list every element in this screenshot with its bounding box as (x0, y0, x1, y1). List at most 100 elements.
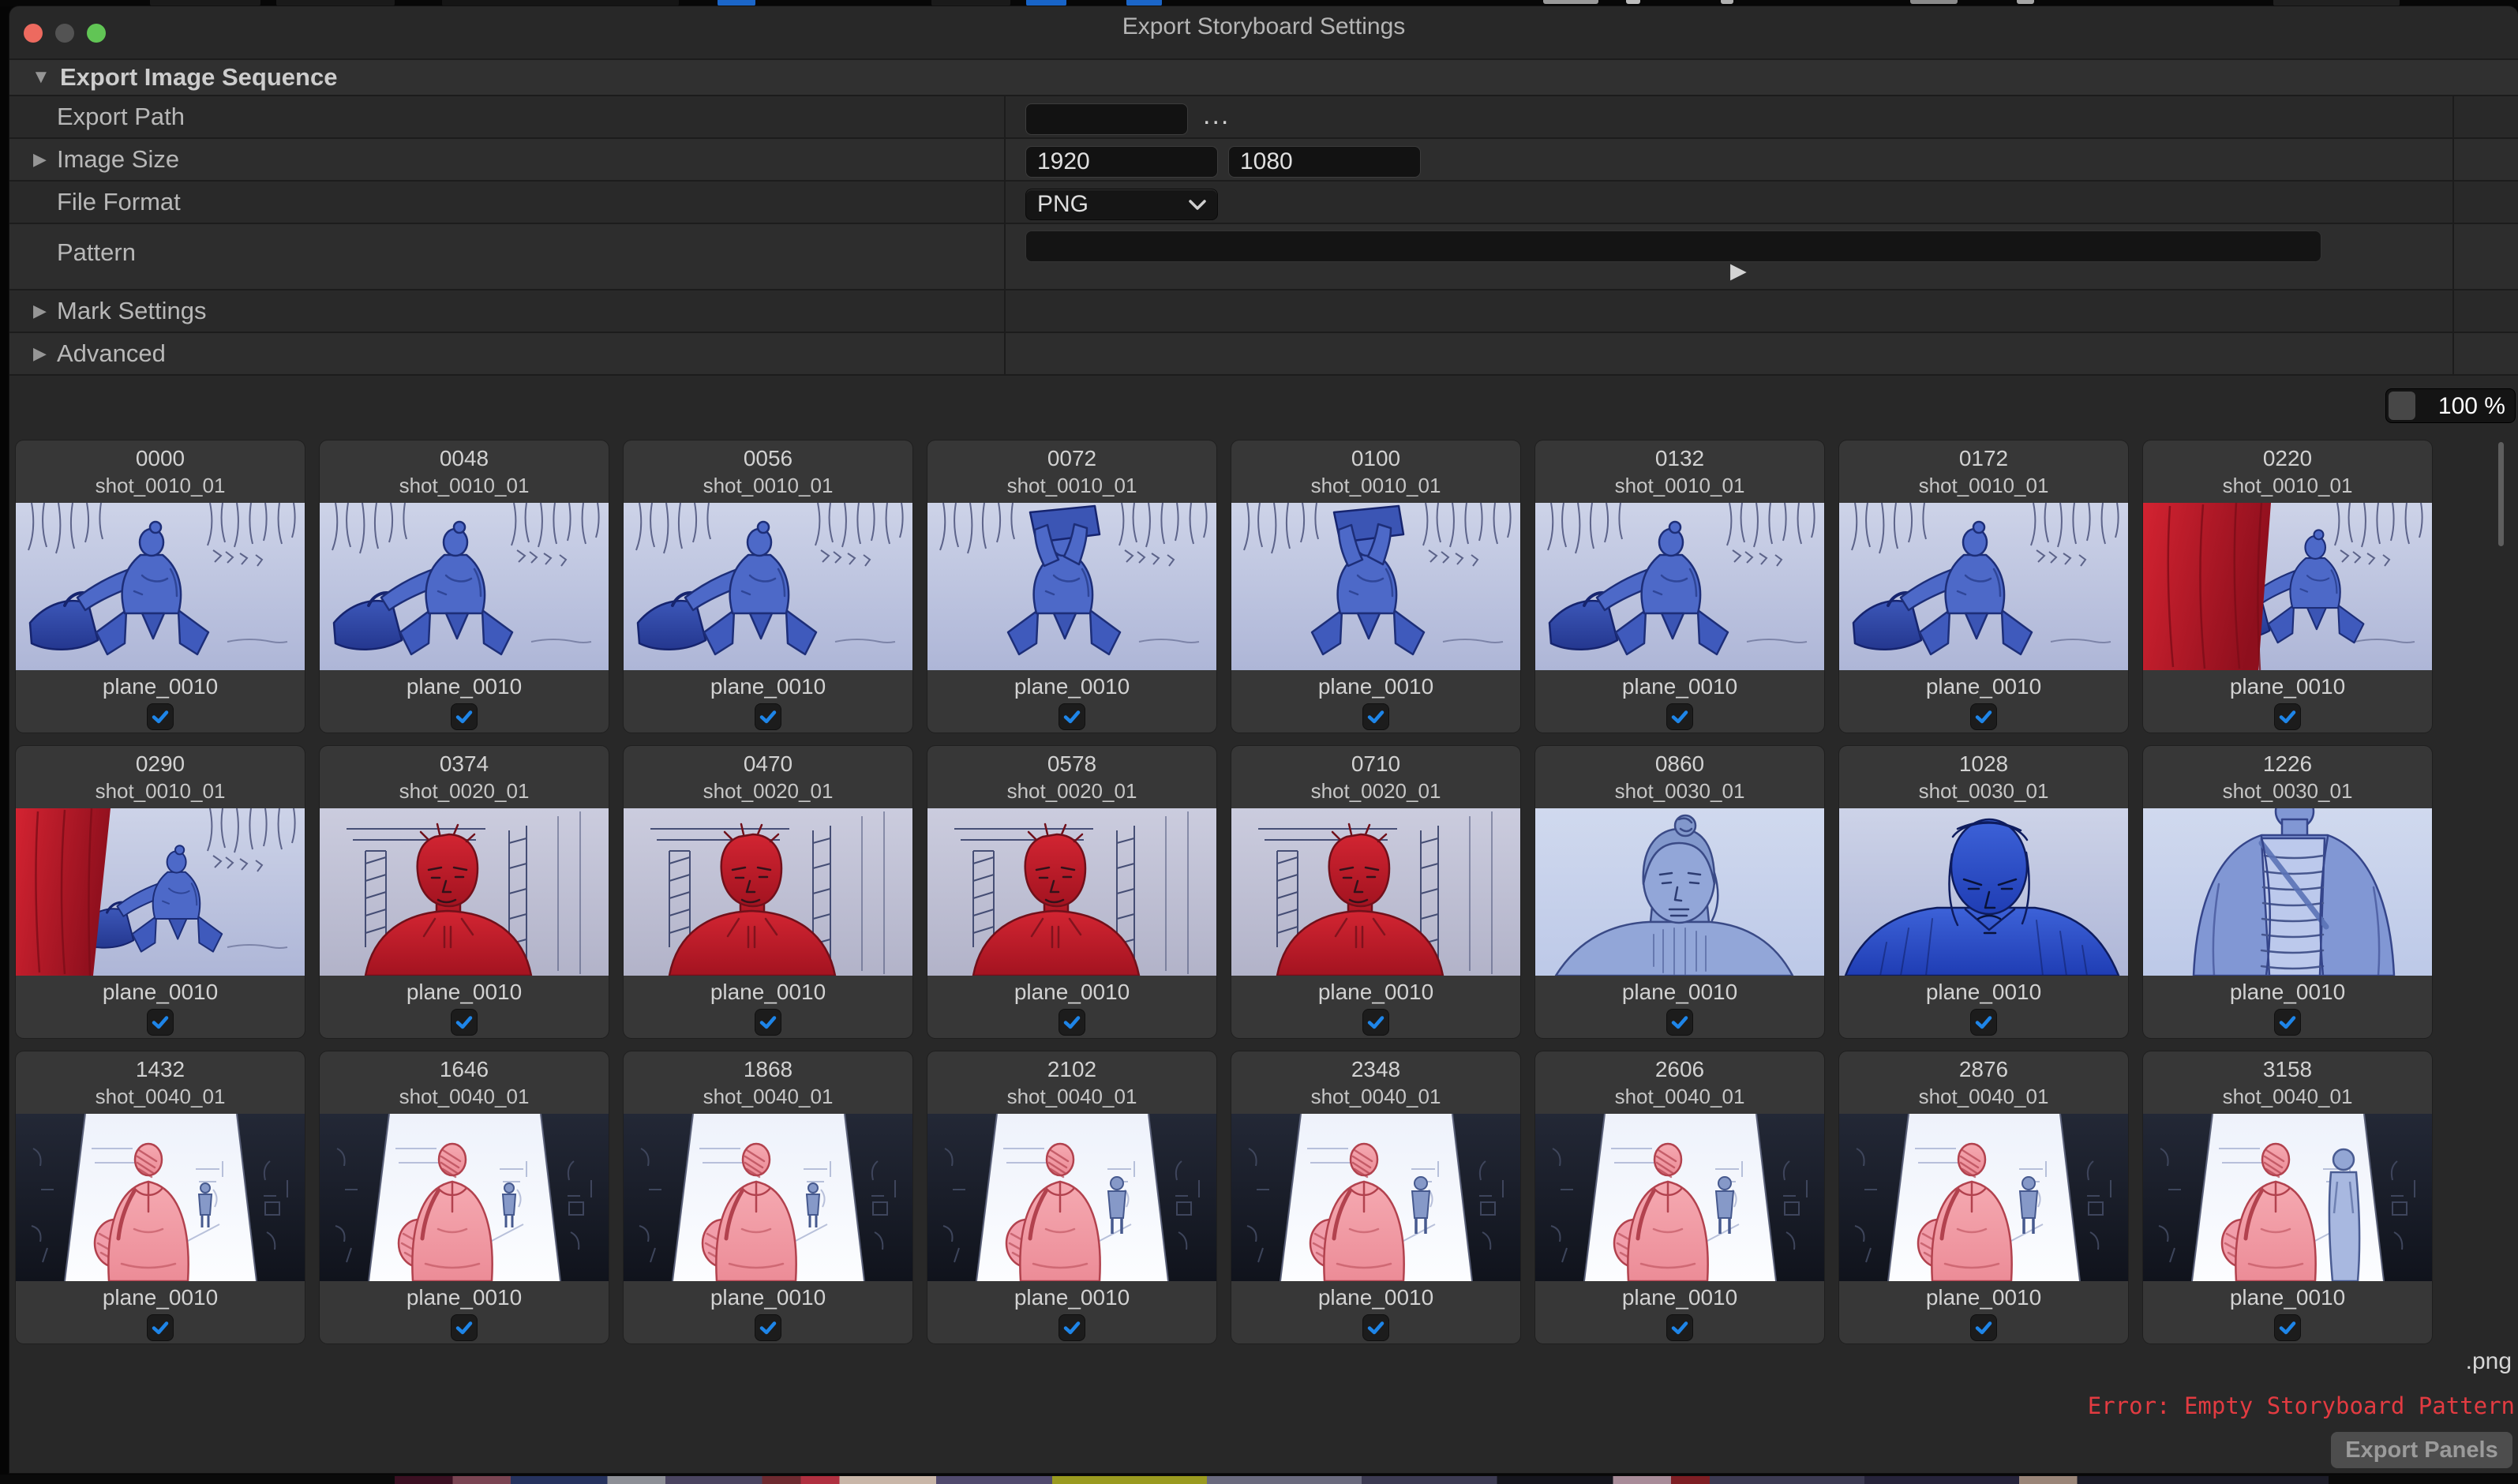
section-export-image-sequence[interactable]: ▼ Export Image Sequence (9, 58, 2518, 96)
image-height-input[interactable] (1228, 146, 1421, 178)
scrollbar-thumb[interactable] (2498, 442, 2504, 546)
disclosure-triangle-right-icon[interactable]: ▶ (33, 345, 47, 362)
panel-thumbnail[interactable] (1535, 808, 1824, 976)
panel-thumbnail[interactable] (1839, 808, 2128, 976)
storyboard-panel-card[interactable]: 0374 shot_0020_01 plane_0010 (320, 746, 609, 1038)
panel-thumbnail[interactable] (1535, 1114, 1824, 1281)
panel-checkbox[interactable] (2274, 1009, 2301, 1036)
file-format-dropdown[interactable]: PNG (1025, 189, 1218, 220)
panel-checkbox[interactable] (147, 1009, 174, 1036)
checkmark-icon (759, 1318, 778, 1337)
storyboard-panel-card[interactable]: 0290 shot_0010_01 plane_0010 (16, 746, 305, 1038)
panel-thumbnail[interactable] (16, 808, 305, 976)
panel-checkbox[interactable] (147, 1314, 174, 1341)
storyboard-panel-card[interactable]: 0710 shot_0020_01 plane_0010 (1231, 746, 1520, 1038)
panel-checkbox[interactable] (1362, 703, 1389, 730)
export-panels-button[interactable]: Export Panels (2331, 1432, 2512, 1468)
storyboard-panel-card[interactable]: 1646 shot_0040_01 plane_0010 (320, 1051, 609, 1343)
disclosure-triangle-right-icon[interactable]: ▶ (33, 302, 47, 320)
panel-frame-number: 0072 (927, 444, 1216, 473)
panel-checkbox[interactable] (1362, 1009, 1389, 1036)
panel-thumbnail[interactable] (2143, 808, 2432, 976)
panel-thumbnail[interactable] (927, 808, 1216, 976)
panel-checkbox[interactable] (1362, 1314, 1389, 1341)
panel-checkbox[interactable] (755, 1009, 781, 1036)
panel-thumbnail[interactable] (624, 1114, 912, 1281)
background-toolbar-fragment (276, 0, 395, 6)
storyboard-panel-card[interactable]: 0172 shot_0010_01 plane_0010 (1839, 440, 2128, 733)
export-path-input[interactable] (1025, 103, 1188, 135)
panel-checkbox[interactable] (451, 1314, 478, 1341)
pattern-input[interactable] (1025, 230, 2321, 262)
row-advanced[interactable]: ▶ Advanced (9, 333, 2518, 376)
panel-thumbnail[interactable] (624, 808, 912, 976)
storyboard-panel-card[interactable]: 3158 shot_0040_01 plane_0010 (2143, 1051, 2432, 1343)
panel-shot-name: shot_0010_01 (16, 778, 305, 804)
panel-checkbox[interactable] (1059, 1314, 1085, 1341)
panel-thumbnail[interactable] (624, 503, 912, 670)
disclosure-triangle-right-icon[interactable]: ▶ (33, 151, 47, 168)
panel-thumbnail[interactable] (320, 808, 609, 976)
storyboard-panel-card[interactable]: 0132 shot_0010_01 plane_0010 (1535, 440, 1824, 733)
panel-thumbnail[interactable] (320, 1114, 609, 1281)
storyboard-panel-card[interactable]: 0470 shot_0020_01 plane_0010 (624, 746, 912, 1038)
storyboard-panel-card[interactable]: 2348 shot_0040_01 plane_0010 (1231, 1051, 1520, 1343)
storyboard-panel-card[interactable]: 2606 shot_0040_01 plane_0010 (1535, 1051, 1824, 1343)
panel-thumbnail[interactable] (1231, 808, 1520, 976)
panel-checkbox[interactable] (1059, 703, 1085, 730)
disclosure-triangle-down-icon[interactable]: ▼ (32, 68, 51, 87)
panel-thumbnail[interactable] (927, 503, 1216, 670)
panel-header: 0374 shot_0020_01 (320, 746, 609, 808)
storyboard-panel-card[interactable]: 1868 shot_0040_01 plane_0010 (624, 1051, 912, 1343)
panel-checkbox[interactable] (1666, 1314, 1693, 1341)
storyboard-panel-card[interactable]: 1432 shot_0040_01 plane_0010 (16, 1051, 305, 1343)
panel-header: 0072 shot_0010_01 (927, 440, 1216, 503)
panel-checkbox[interactable] (2274, 1314, 2301, 1341)
panel-thumbnail[interactable] (2143, 503, 2432, 670)
storyboard-panel-card[interactable]: 0578 shot_0020_01 plane_0010 (927, 746, 1216, 1038)
row-mark-settings[interactable]: ▶ Mark Settings (9, 290, 2518, 333)
image-width-input[interactable] (1025, 146, 1218, 178)
storyboard-panel-card[interactable]: 2102 shot_0040_01 plane_0010 (927, 1051, 1216, 1343)
panel-thumbnail[interactable] (1535, 503, 1824, 670)
zoom-control[interactable]: 100 % (2385, 388, 2516, 423)
zoom-slider-handle[interactable] (2389, 392, 2415, 420)
panel-thumbnail[interactable] (16, 503, 305, 670)
panel-checkbox[interactable] (451, 1009, 478, 1036)
panel-thumbnail[interactable] (1231, 503, 1520, 670)
browse-button[interactable]: ... (1203, 103, 1230, 135)
storyboard-panel-card[interactable]: 0860 shot_0030_01 plane_0010 (1535, 746, 1824, 1038)
panel-footer: plane_0010 (320, 1281, 609, 1343)
file-extension-preview: .png (2466, 1348, 2512, 1375)
panel-thumbnail[interactable] (320, 503, 609, 670)
row-export-path: Export Path (9, 96, 2518, 139)
panel-thumbnail[interactable] (1839, 503, 2128, 670)
storyboard-panel-card[interactable]: 0220 shot_0010_01 plane_0010 (2143, 440, 2432, 733)
storyboard-panel-card[interactable]: 0072 shot_0010_01 plane_0010 (927, 440, 1216, 733)
panel-checkbox[interactable] (1059, 1009, 1085, 1036)
panel-checkbox[interactable] (755, 1314, 781, 1341)
storyboard-panel-card[interactable]: 1028 shot_0030_01 plane_0010 (1839, 746, 2128, 1038)
storyboard-panel-card[interactable]: 0000 shot_0010_01 plane_0010 (16, 440, 305, 733)
storyboard-panel-card[interactable]: 0056 shot_0010_01 plane_0010 (624, 440, 912, 733)
storyboard-panel-card[interactable]: 0048 shot_0010_01 plane_0010 (320, 440, 609, 733)
panel-checkbox[interactable] (451, 703, 478, 730)
panel-checkbox[interactable] (1970, 1314, 1997, 1341)
storyboard-panel-card[interactable]: 0100 shot_0010_01 plane_0010 (1231, 440, 1520, 733)
panel-checkbox[interactable] (2274, 703, 2301, 730)
panel-thumbnail[interactable] (1231, 1114, 1520, 1281)
storyboard-panel-card[interactable]: 1226 shot_0030_01 plane_0010 (2143, 746, 2432, 1038)
panel-checkbox[interactable] (1666, 703, 1693, 730)
panel-thumbnail[interactable] (16, 1114, 305, 1281)
panel-thumbnail[interactable] (1839, 1114, 2128, 1281)
panel-checkbox[interactable] (1970, 1009, 1997, 1036)
panel-checkbox[interactable] (147, 703, 174, 730)
dialog-titlebar[interactable]: Export Storyboard Settings (9, 6, 2518, 52)
panel-checkbox[interactable] (755, 703, 781, 730)
panel-thumbnail[interactable] (2143, 1114, 2432, 1281)
panel-thumbnail[interactable] (927, 1114, 1216, 1281)
storyboard-panel-card[interactable]: 2876 shot_0040_01 plane_0010 (1839, 1051, 2128, 1343)
panel-checkbox[interactable] (1666, 1009, 1693, 1036)
panel-checkbox[interactable] (1970, 703, 1997, 730)
pattern-advance-icon[interactable]: ▶ (1730, 260, 1747, 282)
